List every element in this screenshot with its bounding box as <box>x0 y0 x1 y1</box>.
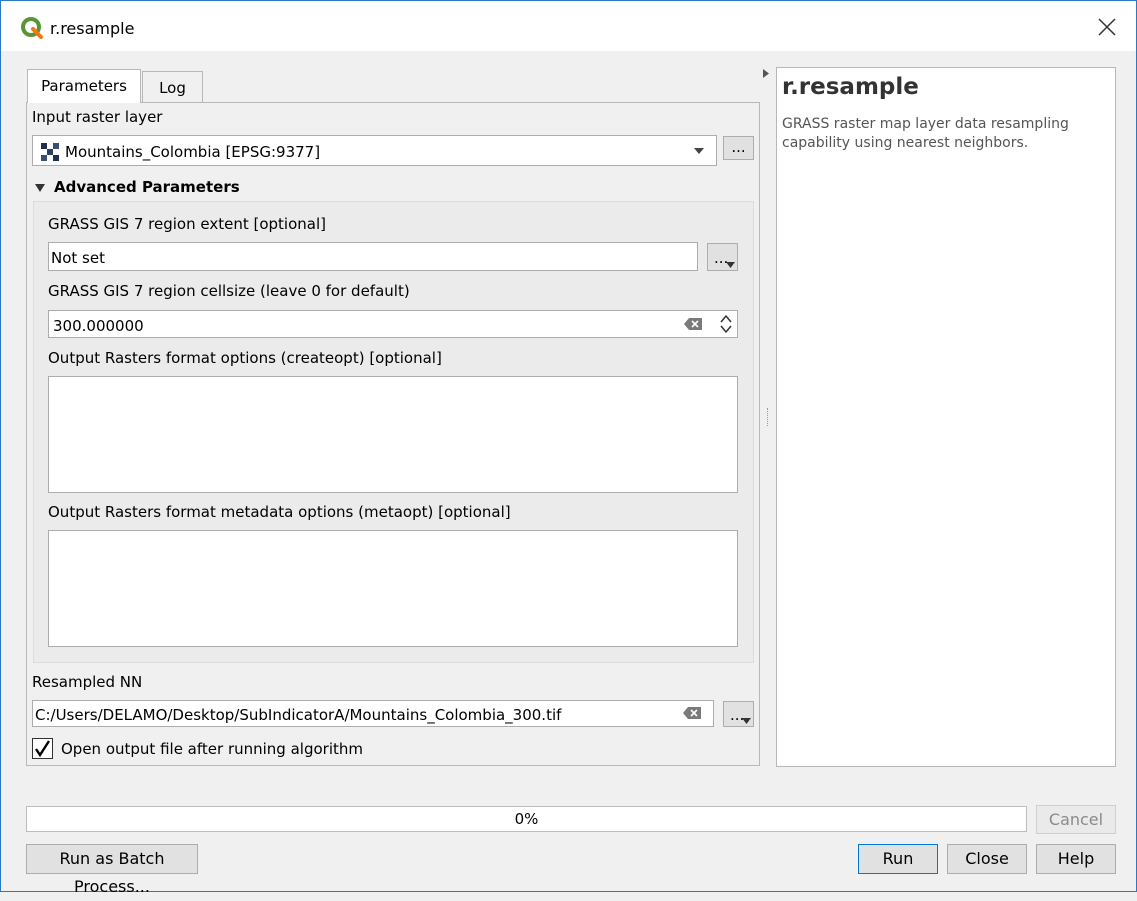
metaopt-textarea[interactable] <box>48 530 738 647</box>
splitter-handle[interactable] <box>767 408 769 426</box>
input-raster-combo[interactable]: Mountains_Colombia [EPSG:9377] <box>32 135 717 166</box>
region-extent-menu-button[interactable]: ... <box>707 243 738 271</box>
clear-output-icon[interactable] <box>682 706 702 720</box>
output-path-value: C:/Users/DELAMO/Desktop/SubIndicatorA/Mo… <box>35 706 562 724</box>
open-output-checkbox[interactable] <box>32 738 53 759</box>
spin-arrows-icon[interactable] <box>719 313 733 335</box>
region-cellsize-value: 300.000000 <box>53 317 144 335</box>
window-title: r.resample <box>50 19 135 38</box>
progress-bar: 0% <box>26 806 1027 832</box>
tab-log[interactable]: Log <box>142 71 203 104</box>
dropdown-arrow-icon <box>694 148 704 154</box>
raster-layer-icon <box>41 143 59 161</box>
help-description: GRASS raster map layer data resampling c… <box>782 116 1069 151</box>
run-button[interactable]: Run <box>858 844 938 874</box>
output-label: Resampled NN <box>32 673 143 691</box>
metaopt-label: Output Rasters format metadata options (… <box>48 503 511 521</box>
collapse-arrow-icon[interactable] <box>34 183 46 193</box>
region-extent-input[interactable]: Not set <box>48 242 698 271</box>
checkmark-icon <box>35 740 50 757</box>
close-window-icon[interactable] <box>1096 16 1118 38</box>
region-extent-label: GRASS GIS 7 region extent [optional] <box>48 215 326 233</box>
output-path-input[interactable]: C:/Users/DELAMO/Desktop/SubIndicatorA/Mo… <box>32 700 714 727</box>
input-raster-value: Mountains_Colombia [EPSG:9377] <box>65 143 321 161</box>
progress-text: 0% <box>514 810 539 828</box>
collapse-help-icon[interactable] <box>763 69 769 78</box>
region-cellsize-label: GRASS GIS 7 region cellsize (leave 0 for… <box>48 282 410 300</box>
qgis-logo-icon <box>21 17 43 39</box>
input-raster-label: Input raster layer <box>32 108 163 126</box>
open-output-label: Open output file after running algorithm <box>61 740 363 758</box>
close-button[interactable]: Close <box>947 844 1027 874</box>
help-panel: r.resample GRASS raster map layer data r… <box>776 67 1116 767</box>
output-menu-button[interactable]: ... <box>723 701 754 727</box>
help-title: r.resample <box>782 74 919 100</box>
input-browse-button[interactable]: ... <box>723 136 754 160</box>
region-extent-value: Not set <box>51 249 105 267</box>
createopt-textarea[interactable] <box>48 376 738 493</box>
tab-parameters[interactable]: Parameters <box>27 69 141 103</box>
help-button[interactable]: Help <box>1036 844 1116 874</box>
advanced-parameters-toggle[interactable]: Advanced Parameters <box>54 178 240 196</box>
run-as-batch-button[interactable]: Run as Batch Process... <box>26 844 198 896</box>
title-bar <box>1 1 1136 51</box>
cancel-button[interactable]: Cancel <box>1036 805 1116 834</box>
region-cellsize-spinbox[interactable]: 300.000000 <box>48 310 738 338</box>
menu-arrow-icon <box>742 718 751 724</box>
createopt-label: Output Rasters format options (createopt… <box>48 349 442 367</box>
clear-value-icon[interactable] <box>683 317 703 331</box>
menu-arrow-icon <box>726 262 735 268</box>
